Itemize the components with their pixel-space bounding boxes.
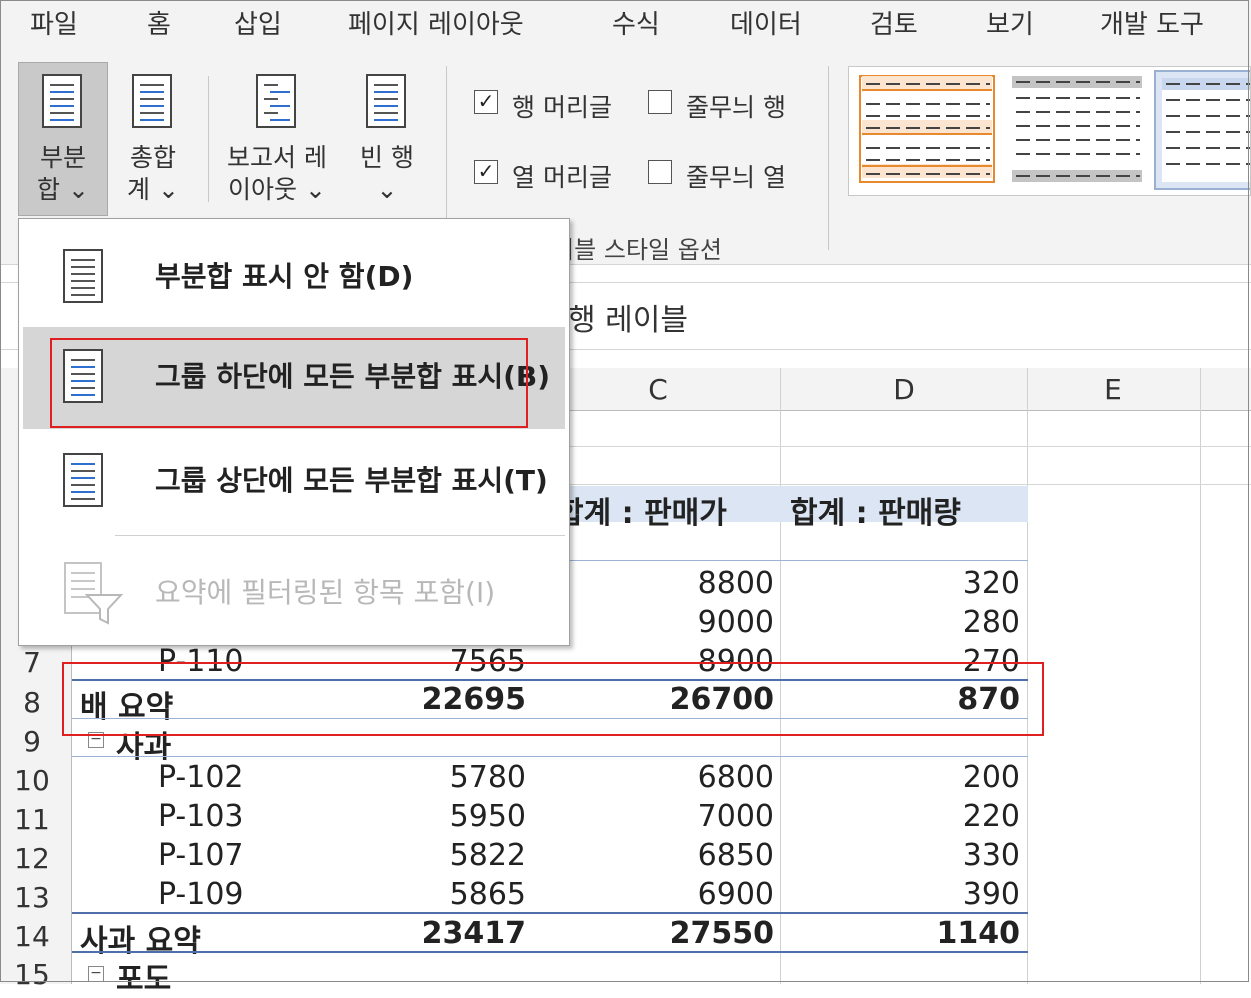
image-border bbox=[0, 0, 1249, 982]
